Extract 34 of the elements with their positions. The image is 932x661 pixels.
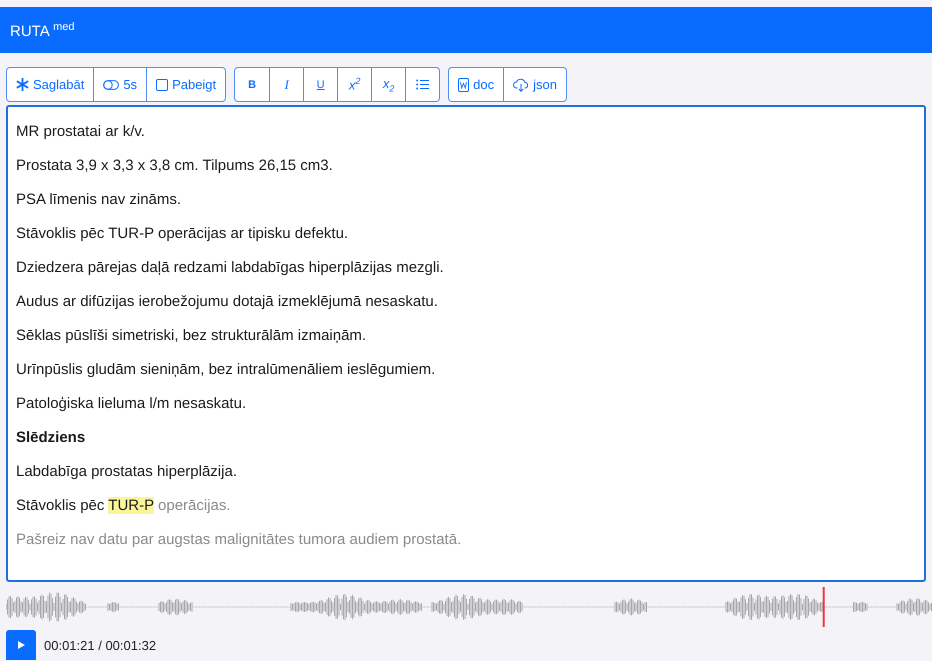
doc-export-button[interactable]: doc <box>449 68 504 101</box>
list-icon <box>416 79 430 90</box>
report-line: Labdabīga prostatas hiperplāzija. <box>16 462 238 482</box>
report-line: Stāvoklis pēc TUR-P operācijas. <box>16 496 232 516</box>
interval-button[interactable]: 5s <box>93 68 146 101</box>
report-editor[interactable] <box>6 105 926 582</box>
save-button[interactable]: Saglabāt <box>7 68 94 101</box>
play-button[interactable] <box>6 630 36 660</box>
report-line: Stāvoklis pēc TUR-P operācijas ar tipisku defektu. <box>16 224 350 244</box>
report-line: Sēklas pūslīši simetriski, bez strukturālām izmaiņām. <box>16 326 368 346</box>
report-line: PSA līmenis nav zināms. <box>16 190 182 210</box>
report-line: Patoloģiska lieluma l/m nesaskatu. <box>16 394 248 414</box>
report-line: Dziedzera pārejas daļā redzami labdabīgas hiperplāzijas mezgli. <box>16 258 445 278</box>
section-heading: Slēdziens <box>16 428 86 448</box>
format-button[interactable]: x$_{2}$ <box>371 68 406 101</box>
format-button[interactable]: x$^{2}$ <box>337 68 372 101</box>
report-line: Audus ar difūzijas ierobežojumu dotajā izmeklējumā nesaskatu. <box>16 292 439 312</box>
report-line: Pašreiz nav datu par augstas malignitātes tumora audiem prostatā. <box>16 530 462 550</box>
asterisk-icon <box>16 78 29 91</box>
cloud-download-icon <box>513 78 530 92</box>
finish-button[interactable]: Pabeigt <box>146 68 226 101</box>
app-title: RUTA $^{med}$ <box>10 20 74 40</box>
play-icon <box>18 641 24 649</box>
bold-button[interactable]: B <box>235 68 270 101</box>
json-export-button[interactable]: json <box>503 68 566 101</box>
underline-button[interactable]: U <box>303 68 338 101</box>
report-line: Urīnpūslis gludām sieniņām, bez intralūmenāliem ieslēgumiem. <box>16 360 436 380</box>
italic-button[interactable]: I <box>269 68 304 101</box>
report-line: MR prostatai ar k/v. <box>16 122 146 142</box>
checkbox[interactable] <box>156 78 168 90</box>
report-line: Prostata 3,9 x 3,3 x 3,8 cm. Tilpums 26,15 cm3. <box>16 156 334 176</box>
toggle-icon <box>103 80 120 90</box>
playback-time: 00:01:21 / 00:01:32 <box>44 638 156 652</box>
document-icon <box>458 78 470 92</box>
